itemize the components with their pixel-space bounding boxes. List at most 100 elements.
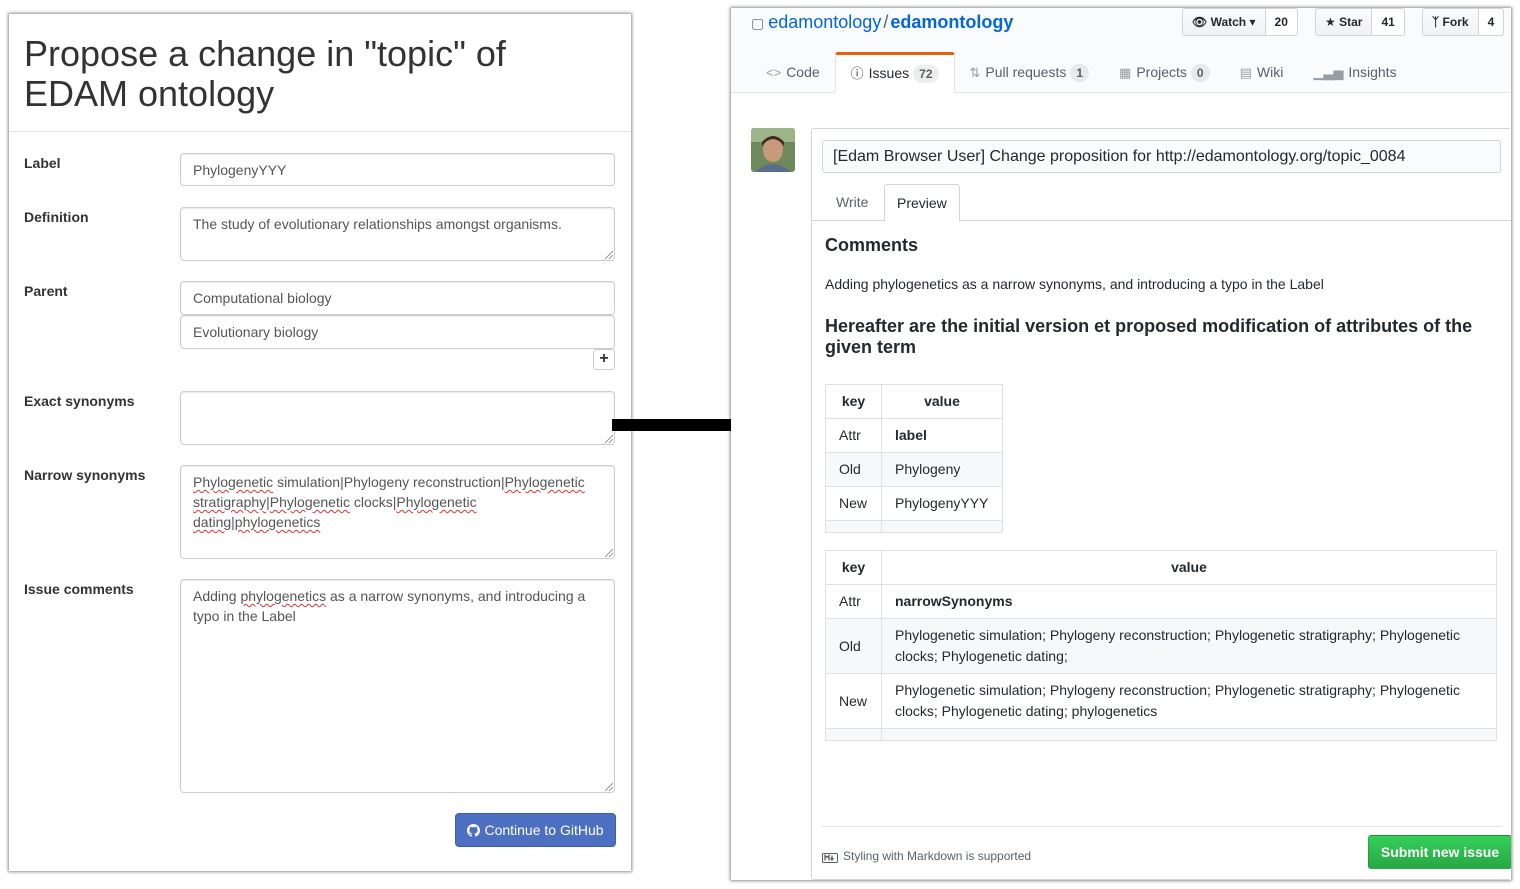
narrow-synonyms-textarea[interactable]: Phylogenetic simulation|Phylogeny recons… xyxy=(180,465,615,559)
new-issue-form: [Edam Browser User] Change proposition f… xyxy=(811,128,1511,880)
table-empty-row xyxy=(825,520,1003,533)
comments-text: Adding phylogenetics as a narrow synonym… xyxy=(825,276,1324,292)
tab-projects[interactable]: ▦ Projects 0 xyxy=(1104,52,1225,93)
markdown-note[interactable]: Styling with Markdown is supported xyxy=(822,849,1031,863)
table-cell-key: New xyxy=(825,673,882,729)
tab-label: Issues xyxy=(868,65,910,81)
tab-insights[interactable]: ▁▃▅ Insights xyxy=(1298,52,1411,93)
watch-group: 👁 Watch ▾ 20 xyxy=(1182,8,1298,36)
narrow-synonyms-diff-table: key value Attr narrowSynonyms Old Phylog… xyxy=(825,550,1497,741)
definition-field-label: Definition xyxy=(24,209,89,225)
label-input[interactable]: PhylogenyYYY xyxy=(180,153,615,186)
project-icon: ▦ xyxy=(1119,65,1132,80)
continue-to-github-button[interactable]: Continue to GitHub xyxy=(455,813,616,847)
issue-title-input[interactable]: [Edam Browser User] Change proposition f… xyxy=(822,140,1501,173)
markdown-note-label: Styling with Markdown is supported xyxy=(843,849,1032,863)
fork-count[interactable]: 4 xyxy=(1478,8,1505,36)
table-header-value: value xyxy=(881,550,1497,585)
code-icon: <> xyxy=(766,65,782,80)
misspelled-word: Phylogenetic xyxy=(504,474,585,490)
tab-write[interactable]: Write xyxy=(824,184,880,221)
star-group: ★ Star 41 xyxy=(1315,8,1405,36)
continue-to-github-label: Continue to GitHub xyxy=(484,822,604,838)
watch-label: Watch xyxy=(1210,15,1247,29)
table-cell-key: New xyxy=(825,486,882,521)
repo-owner-link[interactable]: edamontology xyxy=(768,12,881,32)
fork-label: Fork xyxy=(1442,15,1469,29)
markdown-preview: Comments Adding phylogenetics as a narro… xyxy=(825,235,1500,358)
issues-count-badge: 72 xyxy=(913,65,939,83)
issue-comments-textarea[interactable]: Adding phylogenetics as a narrow synonym… xyxy=(180,579,615,793)
table-cell-key: Attr xyxy=(825,418,882,453)
repo-name-link[interactable]: edamontology xyxy=(890,12,1013,32)
issue-comments-field-label: Issue comments xyxy=(24,581,134,597)
tab-code[interactable]: <> Code xyxy=(751,52,835,93)
book-icon: ▤ xyxy=(1239,65,1252,80)
misspelled-word: Phylogenetic xyxy=(269,494,350,510)
add-parent-button[interactable]: + xyxy=(593,349,615,370)
star-count[interactable]: 41 xyxy=(1372,8,1405,36)
tab-label: Wiki xyxy=(1256,64,1284,80)
misspelled-word: phylogenetics xyxy=(234,514,321,530)
table-header-key: key xyxy=(825,550,882,585)
watch-count[interactable]: 20 xyxy=(1265,8,1298,36)
exact-synonyms-field-label: Exact synonyms xyxy=(24,393,135,409)
table-cell-key: Old xyxy=(825,452,882,487)
tab-wiki[interactable]: ▤ Wiki xyxy=(1225,52,1299,93)
tab-label: Insights xyxy=(1348,64,1397,80)
table-row: Old Phylogeny xyxy=(825,452,1003,487)
table-cell-value: narrowSynonyms xyxy=(881,584,1497,619)
tab-preview[interactable]: Preview xyxy=(884,184,960,222)
misspelled-word: dating xyxy=(193,514,232,530)
repo-nav-tabs: <> Code ⓘ Issues 72 ⇅ Pull requests 1 ▦ Projec… xyxy=(751,52,1412,94)
tab-label: Code xyxy=(786,64,820,80)
fork-group: ᛉ Fork 4 xyxy=(1422,8,1505,36)
table-row: Old Phylogenetic simulation; Phylogeny r… xyxy=(825,618,1497,674)
narrow-synonyms-field-label: Narrow synonyms xyxy=(24,467,146,483)
table-cell-key: Old xyxy=(825,618,882,674)
table-header-value: value xyxy=(881,384,1003,419)
github-icon xyxy=(467,824,481,837)
form-header: Propose a change in "topic" of EDAM onto… xyxy=(9,14,631,132)
fork-icon: ᛉ xyxy=(1432,15,1440,29)
exact-synonyms-textarea[interactable] xyxy=(180,391,615,445)
star-button[interactable]: ★ Star xyxy=(1315,8,1373,36)
table-cell-value: label xyxy=(881,418,1003,453)
definition-textarea[interactable]: The study of evolutionary relationships … xyxy=(180,207,615,261)
parent-input-2[interactable]: Evolutionary biology xyxy=(180,315,615,349)
page-title: Propose a change in "topic" of EDAM onto… xyxy=(24,33,506,114)
tab-label: Pull requests xyxy=(985,64,1067,80)
label-field-label: Label xyxy=(24,155,61,171)
table-row: Attr narrowSynonyms xyxy=(825,584,1497,619)
star-icon: ★ xyxy=(1325,15,1336,29)
table-cell-value: Phylogeny xyxy=(881,452,1003,487)
change-proposal-form: Propose a change in "topic" of EDAM onto… xyxy=(9,14,631,871)
misspelled-word: phylogenetics xyxy=(240,588,327,604)
fork-button[interactable]: ᛉ Fork xyxy=(1422,8,1479,36)
comments-heading: Comments xyxy=(825,235,919,255)
user-avatar-image xyxy=(751,128,795,172)
submit-new-issue-button[interactable]: Submit new issue xyxy=(1368,835,1511,869)
watch-button[interactable]: 👁 Watch ▾ xyxy=(1182,8,1266,36)
tab-label: Projects xyxy=(1136,64,1187,80)
caret-down-icon: ▾ xyxy=(1249,15,1256,29)
write-preview-tabs: Write Preview xyxy=(812,184,1511,222)
tab-issues[interactable]: ⓘ Issues 72 xyxy=(834,52,955,94)
projects-count-badge: 0 xyxy=(1190,64,1210,82)
issue-icon: ⓘ xyxy=(850,66,864,81)
avatar[interactable] xyxy=(751,128,795,172)
parent-input-1[interactable]: Computational biology xyxy=(180,281,615,315)
label-diff-table: key value Attr label Old Phylogeny New P… xyxy=(825,384,1003,533)
tab-pull-requests[interactable]: ⇅ Pull requests 1 xyxy=(955,52,1105,93)
pull-requests-count-badge: 1 xyxy=(1070,64,1090,82)
table-cell-key: Attr xyxy=(825,584,882,619)
repo-icon: ▢ xyxy=(751,15,765,31)
breadcrumb-separator: / xyxy=(883,12,889,32)
github-new-issue-page: ▢ edamontology / edamontology 👁 Watch ▾ 20 … xyxy=(731,8,1511,880)
table-row: New PhylogenyYYY xyxy=(825,486,1003,521)
misspelled-word: stratigraphy xyxy=(193,494,267,510)
eye-icon: 👁 xyxy=(1192,15,1208,29)
table-empty-row xyxy=(825,728,1497,741)
table-header-key: key xyxy=(825,384,882,419)
table-row: New Phylogenetic simulation; Phylogeny r… xyxy=(825,673,1497,729)
